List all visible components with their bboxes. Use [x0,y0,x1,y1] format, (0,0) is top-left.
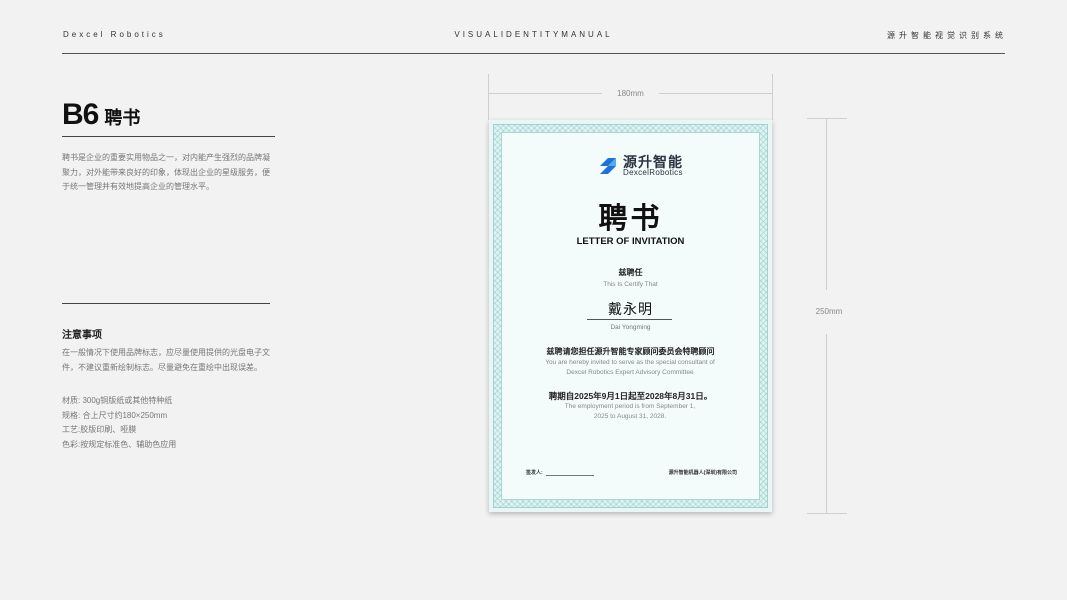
height-line-top [826,118,827,290]
appointee-name: 戴永明 [608,301,653,317]
width-label: 180mm [617,89,644,98]
spec-size: 规格: 合上尺寸约180×250mm [62,410,168,420]
section-title: 聘书 [104,108,141,128]
term-statement: 聘期自2025年9月1日起至2028年8月31日。 [548,391,713,401]
spec-list: 材质: 300g铜版纸或其他特种纸 规格: 合上尺寸约180×250mm 工艺:… [62,394,176,452]
section-heading: B6 聘书 [62,98,140,132]
certificate-title: 聘书 [598,203,663,235]
spec-process: 工艺:胶版印刷、哑膜 [62,425,137,434]
appointee-name-en: Dai Yongming [610,324,651,331]
height-guide-top [807,118,847,119]
hire-heading-en: This Is Certify That [603,281,658,288]
section-description: 聘书是企业的重要实用物品之一，对内能产生强烈的品牌凝聚力，对外能带来良好的印象，… [62,153,270,191]
width-guide-left [488,74,489,120]
width-guide-right [772,74,773,120]
signature-line [546,475,594,476]
term-statement-en: The employment period is from September … [564,403,696,420]
role-statement-en: You are hereby invited to serve as the s… [545,359,715,376]
title-divider [62,136,275,137]
certificate-body: 源升智能 DexcelRobotics 聘书 LETTER OF INVITAT… [501,132,760,500]
width-line-right [659,93,773,94]
certificate-title-en: LETTER OF INVITATION [576,236,685,247]
role-statement: 兹聘请您担任源升智能专家顾问委员会特聘顾问 [546,347,715,356]
issuing-company: 源升智能机器人(深圳)有限公司 [668,470,737,476]
notes-divider [62,303,270,304]
section-code: B6 [62,98,99,131]
brand-logo: 源升智能 DexcelRobotics [597,153,697,179]
width-line-left [488,93,602,94]
name-underline [587,319,672,320]
logo-english: DexcelRobotics [623,168,683,177]
logo-mark-icon [600,158,616,174]
height-guide-bottom [807,513,847,514]
notes-title: 注意事项 [62,330,102,341]
spec-color: 色彩:按规定标准色、辅助色应用 [62,439,177,449]
hire-heading: 兹聘任 [618,268,643,277]
signer-label: 签发人: [526,470,543,476]
header-divider [62,53,1005,54]
spec-material: 材质: 300g铜版纸或其他特种纸 [62,396,173,405]
certificate: 源升智能 DexcelRobotics 聘书 LETTER OF INVITAT… [489,120,772,512]
height-label: 250mm [815,307,843,316]
height-line-bottom [826,334,827,513]
header-system-title: 源升智能视觉识别系统 [887,31,1007,40]
notes-text: 在一般情况下使用品牌标志，应尽量使用提供的光盘电子文件，不建议重新绘制标志。尽量… [62,348,270,372]
